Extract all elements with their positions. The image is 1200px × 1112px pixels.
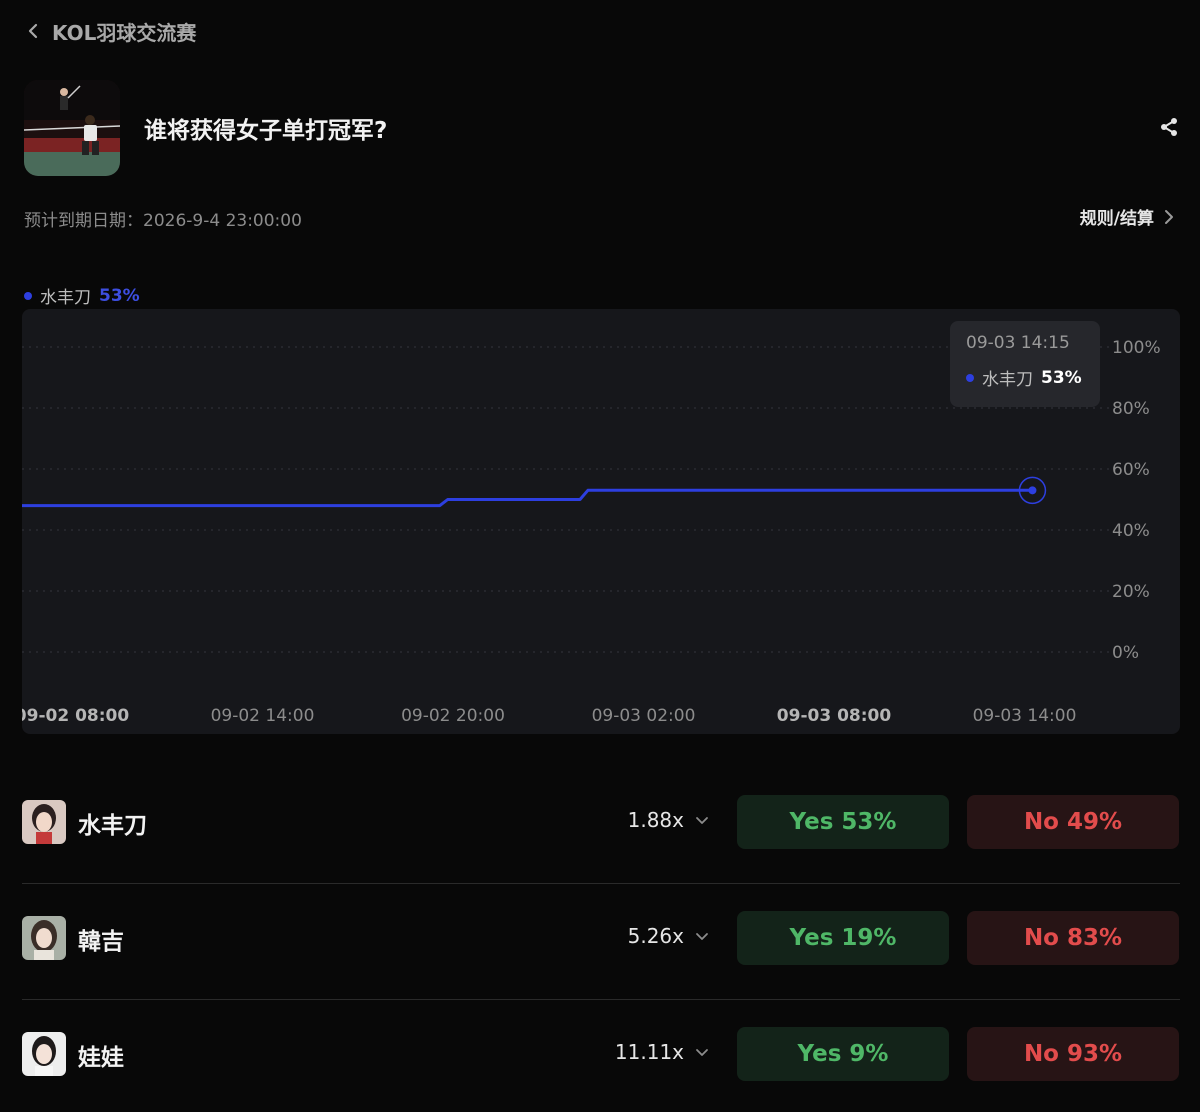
x-tick-label: 09-02 20:00 — [401, 706, 505, 726]
tooltip-row: 水丰刀 53% — [966, 365, 1084, 390]
chart-tooltip: 09-03 14:15 水丰刀 53% — [950, 321, 1100, 407]
probability-chart[interactable]: 100% 80% 60% 40% 20% 0% 09-02 08:00 09-02 14:00… — [22, 309, 1180, 734]
outcome-list: 水丰刀 1.88x Yes 53% No 49% 韓吉 5.26x Yes 19… — [22, 768, 1180, 1112]
chevron-down-icon — [696, 933, 708, 940]
tooltip-dot — [966, 373, 974, 382]
market-header: 谁将获得女子单打冠军? — [24, 80, 1180, 176]
y-tick-label: 80% — [1112, 399, 1150, 419]
y-tick-label: 60% — [1112, 460, 1150, 480]
no-button[interactable]: No 49% — [967, 795, 1179, 849]
expiry-date: 预计到期日期：2026-9-4 23:00:00 — [24, 211, 302, 231]
avatar — [22, 1032, 66, 1076]
market-title: 谁将获得女子单打冠军? — [144, 118, 388, 144]
avatar — [22, 800, 66, 844]
tooltip-value: 53% — [1041, 367, 1082, 388]
y-tick-label: 100% — [1112, 338, 1161, 358]
outcome-name: 韓吉 — [78, 929, 124, 955]
x-tick-label: 09-03 02:00 — [592, 706, 696, 726]
no-button[interactable]: No 83% — [967, 911, 1179, 965]
outcome-row: 娃娃 11.11x Yes 9% No 93% — [22, 1000, 1180, 1112]
legend-dot — [24, 291, 32, 300]
chevron-down-icon — [696, 1049, 708, 1056]
x-tick-label: 09-03 14:00 — [973, 706, 1077, 726]
data-point — [1028, 486, 1037, 495]
back-label: KOL羽球交流赛 — [52, 20, 197, 45]
x-tick-label: 09-03 08:00 — [777, 706, 892, 726]
x-tick-label: 09-02 14:00 — [211, 706, 315, 726]
y-tick-label: 40% — [1112, 521, 1150, 541]
legend-value: 53% — [99, 285, 140, 306]
avatar — [22, 916, 66, 960]
rules-link[interactable]: 规则/结算 — [1080, 204, 1176, 229]
chevron-left-icon — [28, 23, 38, 39]
yes-button[interactable]: Yes 9% — [737, 1027, 949, 1081]
series-line — [22, 488, 1033, 508]
no-button[interactable]: No 93% — [967, 1027, 1179, 1081]
tooltip-name: 水丰刀 — [982, 370, 1033, 390]
tooltip-time: 09-03 14:15 — [966, 333, 1070, 353]
market-thumbnail — [24, 80, 120, 176]
chevron-right-icon — [1165, 209, 1173, 224]
outcome-row: 韓吉 5.26x Yes 19% No 83% — [22, 884, 1180, 1000]
outcome-name: 娃娃 — [78, 1045, 124, 1071]
yes-button[interactable]: Yes 19% — [737, 911, 949, 965]
multiplier-value: 5.26x — [627, 924, 684, 948]
multiplier-dropdown[interactable]: 11.11x — [615, 1040, 710, 1064]
yes-button[interactable]: Yes 53% — [737, 795, 949, 849]
rules-label: 规则/结算 — [1079, 209, 1154, 229]
share-icon[interactable] — [1158, 116, 1180, 138]
chevron-down-icon — [696, 817, 708, 824]
chart-legend: 水丰刀 53% — [24, 283, 140, 308]
multiplier-value: 1.88x — [627, 808, 684, 832]
back-button[interactable]: KOL羽球交流赛 — [24, 16, 196, 46]
outcome-row: 水丰刀 1.88x Yes 53% No 49% — [22, 768, 1180, 884]
multiplier-value: 11.11x — [614, 1040, 684, 1064]
multiplier-dropdown[interactable]: 1.88x — [628, 808, 710, 832]
y-tick-label: 0% — [1112, 643, 1139, 663]
x-tick-label: 09-02 08:00 — [22, 706, 129, 726]
legend-name: 水丰刀 — [40, 288, 91, 308]
multiplier-dropdown[interactable]: 5.26x — [628, 924, 710, 948]
y-tick-label: 20% — [1112, 582, 1150, 602]
outcome-name: 水丰刀 — [78, 813, 147, 839]
